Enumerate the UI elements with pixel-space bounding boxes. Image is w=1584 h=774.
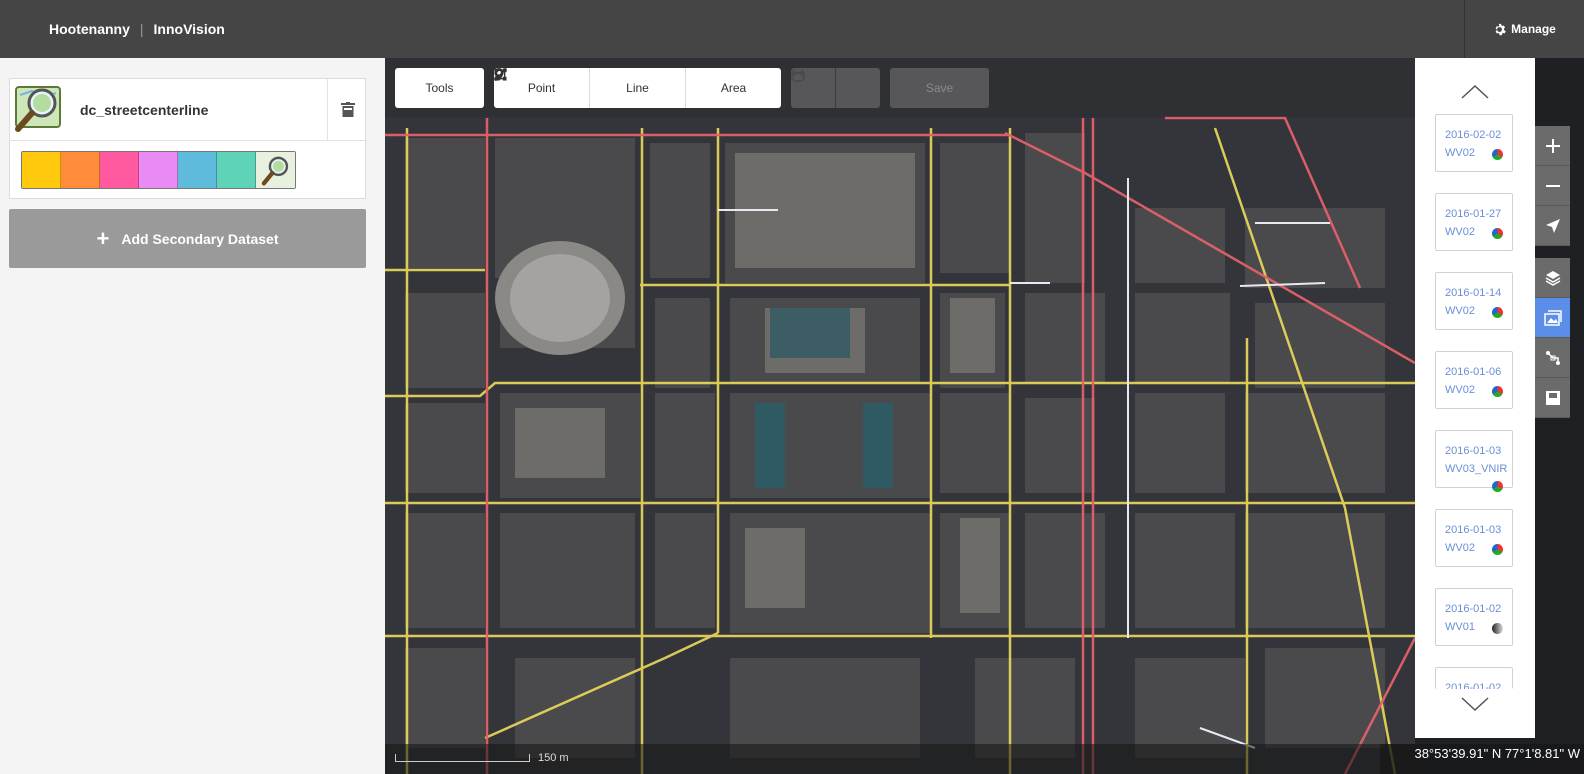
imagery-item[interactable]: 2016-01-03 WV02 xyxy=(1435,509,1513,567)
map-controls xyxy=(1535,126,1570,418)
add-secondary-dataset-button[interactable]: + Add Secondary Dataset xyxy=(9,209,366,268)
imagery-sensor: WV02 xyxy=(1445,542,1475,554)
point-label: Point xyxy=(527,81,556,95)
top-bar: Hootenanny | InnoVision Manage xyxy=(0,0,1584,58)
line-label: Line xyxy=(626,81,649,95)
geolocate-button[interactable] xyxy=(1535,206,1570,246)
manage-button[interactable]: Manage xyxy=(1464,0,1584,58)
add-secondary-label: Add Secondary Dataset xyxy=(121,230,279,247)
minus-icon xyxy=(1545,184,1560,187)
area-icon xyxy=(494,68,507,81)
delete-dataset-button[interactable] xyxy=(327,79,367,140)
coordinate-readout: 38°53'39.91" N 77°1'8.81" W xyxy=(1414,746,1580,761)
save-button[interactable]: Save xyxy=(890,68,989,108)
scroll-up-button[interactable] xyxy=(1460,82,1490,102)
location-arrow-icon xyxy=(1545,218,1560,233)
dataset-card: dc_streetcenterline xyxy=(9,78,367,199)
draw-modes: Point Line Area xyxy=(494,68,781,108)
chevron-up-icon xyxy=(1461,85,1489,99)
tools-button[interactable]: Tools xyxy=(395,68,484,108)
imagery-sensor: WV02 xyxy=(1445,147,1475,159)
color-swatch-blue[interactable] xyxy=(178,152,217,188)
review-button[interactable] xyxy=(1535,338,1570,378)
color-palette xyxy=(21,151,296,189)
imagery-sensor: WV02 xyxy=(1445,384,1475,396)
chevron-down-icon xyxy=(1461,697,1489,711)
layers-button[interactable] xyxy=(1535,258,1570,298)
imagery-date: 2016-02-02 xyxy=(1445,129,1502,141)
color-swatch-pink[interactable] xyxy=(100,152,139,188)
map-canvas[interactable]: Tools Point Line Area Save 150 m xyxy=(385,58,1415,774)
map-toolbar: Tools Point Line Area Save xyxy=(385,58,1415,117)
imagery-date: 2016-01-27 xyxy=(1445,208,1502,220)
imagery-date: 2016-01-14 xyxy=(1445,287,1502,299)
scroll-down-button[interactable] xyxy=(1460,694,1490,714)
add-area-button[interactable]: Area xyxy=(494,68,781,108)
imagery-sensor: WV02 xyxy=(1445,226,1475,238)
satellite-imagery xyxy=(385,58,1415,774)
imagery-date: 2016-01-06 xyxy=(1445,366,1502,378)
dataset-header: dc_streetcenterline xyxy=(10,79,367,141)
tools-label: Tools xyxy=(425,81,454,95)
dataset-name: dc_streetcenterline xyxy=(80,102,209,118)
imagery-date: 2016-01-02 xyxy=(1445,603,1502,615)
export-button[interactable] xyxy=(1535,378,1570,418)
add-line-button[interactable]: Line xyxy=(494,68,686,108)
trash-icon xyxy=(340,101,355,117)
multispectral-icon xyxy=(1492,307,1503,318)
review-icon xyxy=(1545,350,1560,365)
brand-secondary[interactable]: InnoVision xyxy=(154,21,225,37)
manage-label: Manage xyxy=(1511,22,1556,36)
color-swatch-yellow[interactable] xyxy=(22,152,61,188)
multispectral-icon xyxy=(1492,481,1503,492)
layers-icon xyxy=(1545,270,1560,286)
multispectral-icon xyxy=(1492,544,1503,555)
osm-logo-small-icon xyxy=(261,156,288,186)
gear-icon xyxy=(1495,23,1506,35)
scale-bar xyxy=(395,754,530,762)
imagery-icon xyxy=(1543,309,1562,326)
zoom-in-button[interactable] xyxy=(1535,126,1570,166)
color-swatch-violet[interactable] xyxy=(139,152,178,188)
brand-separator: | xyxy=(139,21,144,37)
color-swatch-teal[interactable] xyxy=(217,152,256,188)
color-swatch-orange[interactable] xyxy=(61,152,100,188)
brand-primary[interactable]: Hootenanny xyxy=(49,21,130,37)
panchromatic-icon xyxy=(1492,623,1503,634)
imagery-date: 2016-01-02 xyxy=(1445,682,1502,689)
imagery-item[interactable]: 2016-01-06 WV02 xyxy=(1435,351,1513,409)
imagery-sensor: WV02 xyxy=(1445,305,1475,317)
osm-logo-icon xyxy=(15,86,61,132)
scale-label: 150 m xyxy=(538,752,569,764)
brand: Hootenanny | InnoVision xyxy=(49,21,225,37)
multispectral-icon xyxy=(1492,228,1503,239)
map-footer: 150 m xyxy=(385,744,1415,774)
color-swatch-osm[interactable] xyxy=(256,152,295,188)
imagery-item[interactable]: 2016-01-03 WV03_VNIR xyxy=(1435,430,1513,492)
imagery-date: 2016-01-03 xyxy=(1445,524,1502,536)
multispectral-icon xyxy=(1492,149,1503,160)
imagery-panel: 2016-02-02 WV02 2016-01-27 WV02 2016-01-… xyxy=(1415,58,1535,738)
imagery-item[interactable]: 2016-01-27 WV02 xyxy=(1435,193,1513,251)
imagery-item[interactable]: 2016-01-02 xyxy=(1435,667,1513,689)
imagery-item[interactable]: 2016-02-02 WV02 xyxy=(1435,114,1513,172)
plus-icon xyxy=(1545,138,1560,153)
area-label: Area xyxy=(720,81,747,95)
imagery-item[interactable]: 2016-01-14 WV02 xyxy=(1435,272,1513,330)
imagery-item[interactable]: 2016-01-02 WV01 xyxy=(1435,588,1513,646)
sidebar: dc_streetcenterline + Add Secondary Data… xyxy=(0,58,385,774)
imagery-button[interactable] xyxy=(1535,298,1570,338)
redo-button[interactable] xyxy=(791,68,880,108)
plus-icon: + xyxy=(96,225,110,251)
imagery-sensor: WV01 xyxy=(1445,621,1475,633)
save-label: Save xyxy=(925,81,954,95)
zoom-out-button[interactable] xyxy=(1535,166,1570,206)
undo-redo-group xyxy=(791,68,880,108)
imagery-date: 2016-01-03 xyxy=(1445,445,1502,457)
add-point-button[interactable]: Point xyxy=(494,68,590,108)
multispectral-icon xyxy=(1492,386,1503,397)
archive-icon xyxy=(1545,390,1560,405)
imagery-sensor: WV03_VNIR xyxy=(1445,463,1508,475)
redo-icon xyxy=(791,69,805,82)
